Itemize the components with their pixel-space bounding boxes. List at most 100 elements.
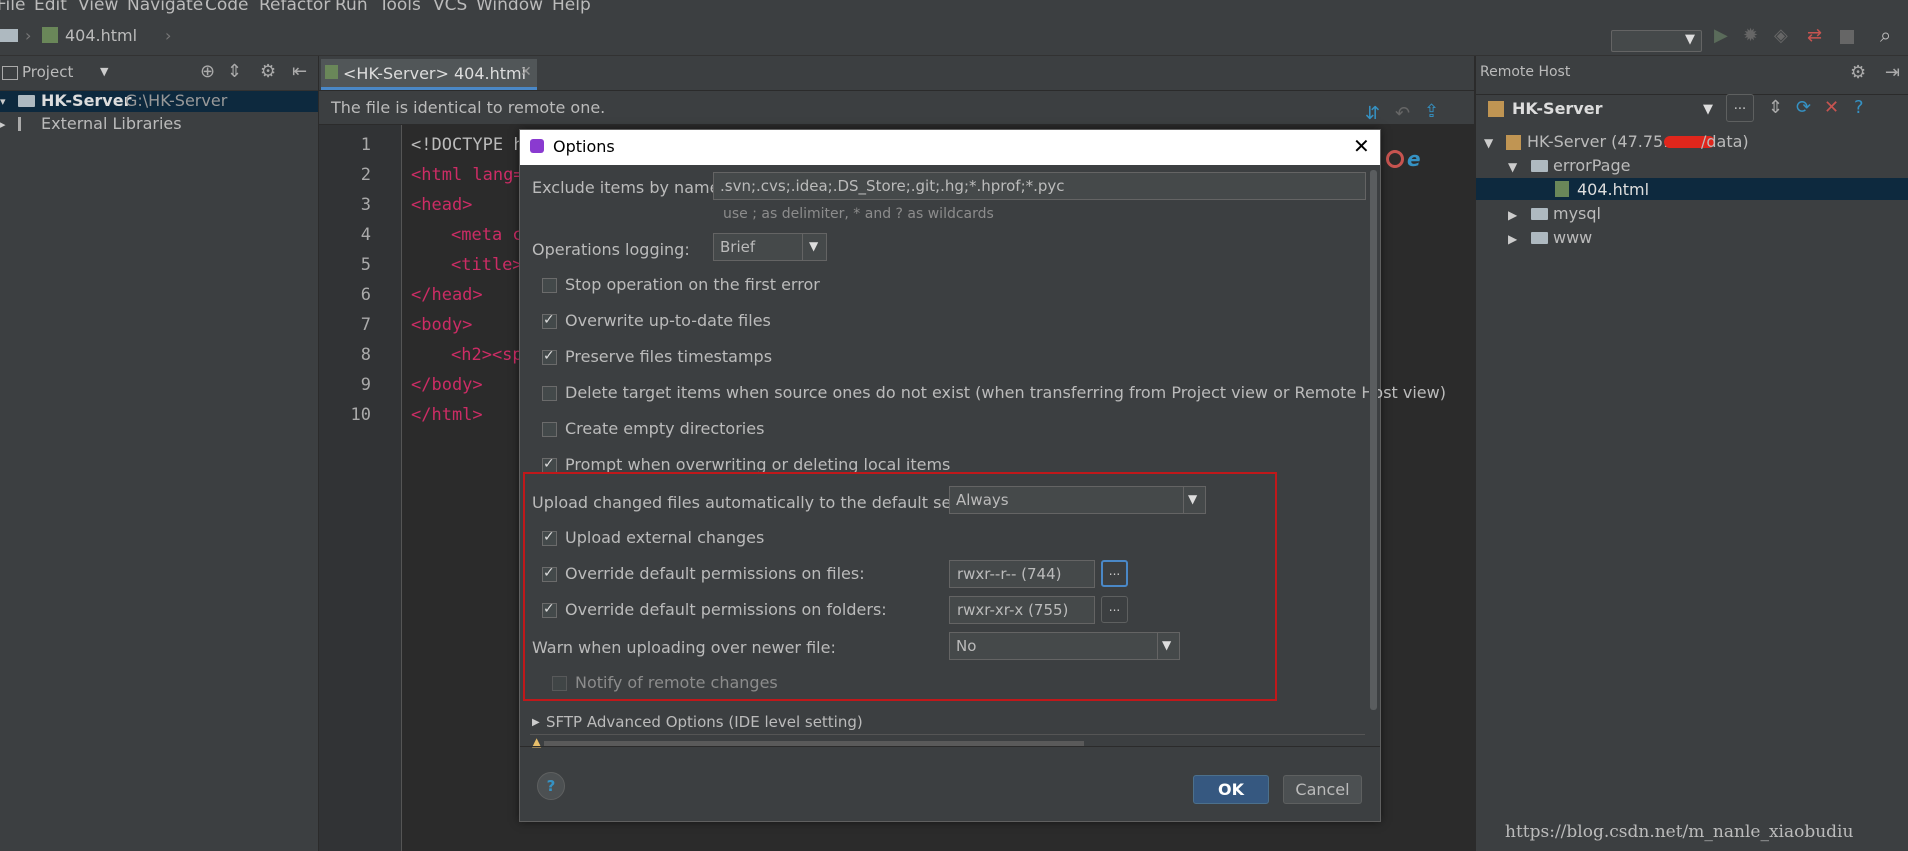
vcs-update-icon[interactable]: ⇄ bbox=[1807, 27, 1822, 45]
cancel-button[interactable]: Cancel bbox=[1283, 775, 1362, 804]
upload-auto-select[interactable]: Always ▼ bbox=[949, 486, 1206, 514]
opera-icon[interactable] bbox=[1386, 150, 1404, 168]
coverage-icon[interactable]: ◈ bbox=[1774, 27, 1788, 45]
close-icon[interactable]: ✕ bbox=[1824, 99, 1839, 117]
perm-files-checkbox[interactable] bbox=[542, 565, 557, 582]
logging-select[interactable]: Brief ▼ bbox=[713, 233, 827, 261]
preserve-timestamps-label[interactable]: Preserve files timestamps bbox=[565, 347, 772, 366]
remote-root-suffix: /data) bbox=[1701, 132, 1749, 151]
perm-files-browse-button[interactable]: ... bbox=[1101, 560, 1128, 587]
perm-folders-browse-button[interactable]: ... bbox=[1101, 596, 1128, 623]
remote-host-title: Remote Host bbox=[1480, 64, 1571, 80]
line-number: 7 bbox=[360, 315, 371, 335]
ok-button[interactable]: OK bbox=[1193, 775, 1269, 804]
refresh-icon[interactable]: ⟳ bbox=[1796, 99, 1811, 117]
menu-file[interactable]: File bbox=[0, 0, 25, 15]
delete-target-checkbox[interactable] bbox=[542, 386, 557, 401]
perm-files-input[interactable]: rwxr--r-- (744) bbox=[949, 560, 1095, 588]
help-icon[interactable]: ? bbox=[1854, 99, 1864, 117]
perm-folders-input[interactable]: rwxr-xr-x (755) bbox=[949, 596, 1095, 624]
project-root-name[interactable]: HK-Server bbox=[41, 91, 131, 110]
folder-icon[interactable] bbox=[0, 29, 18, 42]
notify-remote-checkbox[interactable] bbox=[552, 676, 567, 691]
create-empty-dirs-label[interactable]: Create empty directories bbox=[565, 419, 764, 438]
hide-panel-icon[interactable]: ⇤ bbox=[292, 63, 307, 81]
overwrite-checkbox[interactable] bbox=[542, 312, 557, 329]
editor-tabs: <HK-Server> 404.html ✕ bbox=[319, 56, 1474, 91]
server-select[interactable]: HK-Server bbox=[1512, 99, 1602, 118]
sftp-advanced-toggle[interactable]: SFTP Advanced Options (IDE level setting… bbox=[546, 713, 863, 731]
breadcrumb-file[interactable]: 404.html bbox=[65, 26, 137, 45]
upload-external-label[interactable]: Upload external changes bbox=[565, 528, 764, 547]
menu-window[interactable]: Window bbox=[476, 0, 543, 15]
upload-icon[interactable]: ⇪ bbox=[1424, 103, 1439, 121]
external-libraries-item[interactable]: External Libraries bbox=[41, 114, 182, 133]
collapse-all-icon[interactable]: ⇕ bbox=[227, 63, 242, 81]
tree-item-errorpage[interactable]: errorPage bbox=[1553, 156, 1630, 175]
perm-files-label[interactable]: Override default permissions on files: bbox=[565, 564, 865, 583]
dialog-scrollbar[interactable] bbox=[1369, 166, 1378, 736]
perm-folders-label[interactable]: Override default permissions on folders: bbox=[565, 600, 887, 619]
project-root-path: G:\HK-Server bbox=[125, 91, 228, 110]
stop-on-error-checkbox[interactable] bbox=[542, 278, 557, 293]
perm-folders-checkbox[interactable] bbox=[542, 601, 557, 618]
compare-icon[interactable]: ⇵ bbox=[1365, 105, 1380, 123]
preserve-timestamps-checkbox[interactable] bbox=[542, 348, 557, 365]
line-number: 4 bbox=[360, 225, 371, 245]
overwrite-label[interactable]: Overwrite up-to-date files bbox=[565, 311, 771, 330]
menu-vcs[interactable]: VCS bbox=[433, 0, 467, 15]
expanded-arrow-icon[interactable]: ▼ bbox=[1508, 160, 1517, 174]
revert-icon[interactable]: ↶ bbox=[1395, 105, 1410, 123]
code-line: <html lang= bbox=[411, 165, 524, 185]
create-empty-dirs-checkbox[interactable] bbox=[542, 422, 557, 437]
upload-external-checkbox[interactable] bbox=[542, 529, 557, 546]
scrollbar-thumb[interactable] bbox=[1370, 170, 1377, 710]
delete-target-label[interactable]: Delete target items when source ones do … bbox=[565, 383, 1446, 402]
close-icon[interactable]: ✕ bbox=[1353, 134, 1370, 158]
expanded-arrow-icon[interactable]: ▼ bbox=[1484, 136, 1493, 150]
menu-run[interactable]: Run bbox=[335, 0, 368, 15]
tree-item-mysql[interactable]: mysql bbox=[1553, 204, 1601, 223]
menu-help[interactable]: Help bbox=[552, 0, 591, 15]
close-icon[interactable]: ✕ bbox=[520, 64, 532, 80]
stop-icon[interactable] bbox=[1840, 30, 1854, 44]
collapsed-arrow-icon[interactable]: ▶ bbox=[1508, 232, 1517, 246]
expanded-arrow-icon[interactable]: ▾ bbox=[0, 95, 6, 108]
run-config-select[interactable]: ▼ bbox=[1611, 30, 1702, 52]
tree-item-www[interactable]: www bbox=[1553, 228, 1592, 247]
help-button[interactable]: ? bbox=[537, 772, 565, 800]
tab-404-html[interactable]: <HK-Server> 404.html ✕ bbox=[321, 59, 537, 90]
warn-newer-select[interactable]: No ▼ bbox=[949, 632, 1180, 660]
ie-icon[interactable]: e bbox=[1407, 147, 1421, 171]
collapsed-arrow-icon[interactable]: ▸ bbox=[0, 118, 6, 131]
menu-code[interactable]: Code bbox=[205, 0, 249, 15]
hide-panel-icon[interactable]: ⇥ bbox=[1885, 64, 1900, 82]
tree-selected-row[interactable] bbox=[1476, 178, 1908, 200]
gear-icon[interactable]: ⚙ bbox=[1850, 64, 1866, 82]
tree-item-404-html[interactable]: 404.html bbox=[1577, 180, 1649, 199]
debug-icon[interactable]: ✹ bbox=[1743, 27, 1758, 45]
remote-root-label[interactable]: HK-Server (47.75. bbox=[1527, 132, 1668, 151]
editor-gutter: 1 2 3 4 5 6 7 8 9 10 bbox=[319, 125, 402, 851]
menu-tools[interactable]: Tools bbox=[379, 0, 421, 15]
menu-navigate[interactable]: Navigate bbox=[127, 0, 203, 15]
collapsed-arrow-icon[interactable]: ▶ bbox=[1508, 208, 1517, 222]
divider bbox=[1183, 487, 1184, 513]
scroll-from-source-icon[interactable]: ⊕ bbox=[200, 63, 215, 81]
project-panel-title[interactable]: Project bbox=[22, 63, 73, 81]
collapsed-arrow-icon[interactable]: ▶ bbox=[532, 717, 540, 728]
chevron-down-icon[interactable]: ▼ bbox=[100, 65, 108, 78]
chevron-down-icon[interactable]: ▼ bbox=[1703, 102, 1713, 117]
stop-on-error-label[interactable]: Stop operation on the first error bbox=[565, 275, 820, 294]
exclude-input[interactable]: .svn;.cvs;.idea;.DS_Store;.git;.hg;*.hpr… bbox=[713, 172, 1366, 200]
prompt-overwrite-checkbox[interactable] bbox=[542, 456, 557, 473]
gear-icon[interactable]: ⚙ bbox=[260, 63, 276, 81]
menu-edit[interactable]: Edit bbox=[34, 0, 67, 15]
run-icon[interactable]: ▶ bbox=[1714, 27, 1728, 45]
search-icon[interactable]: ⌕ bbox=[1880, 25, 1891, 45]
notify-remote-label[interactable]: Notify of remote changes bbox=[575, 673, 778, 692]
menu-view[interactable]: View bbox=[78, 0, 118, 15]
menu-refactor[interactable]: Refactor bbox=[259, 0, 330, 15]
browse-button[interactable]: ... bbox=[1726, 94, 1754, 122]
collapse-all-icon[interactable]: ⇕ bbox=[1768, 99, 1783, 117]
